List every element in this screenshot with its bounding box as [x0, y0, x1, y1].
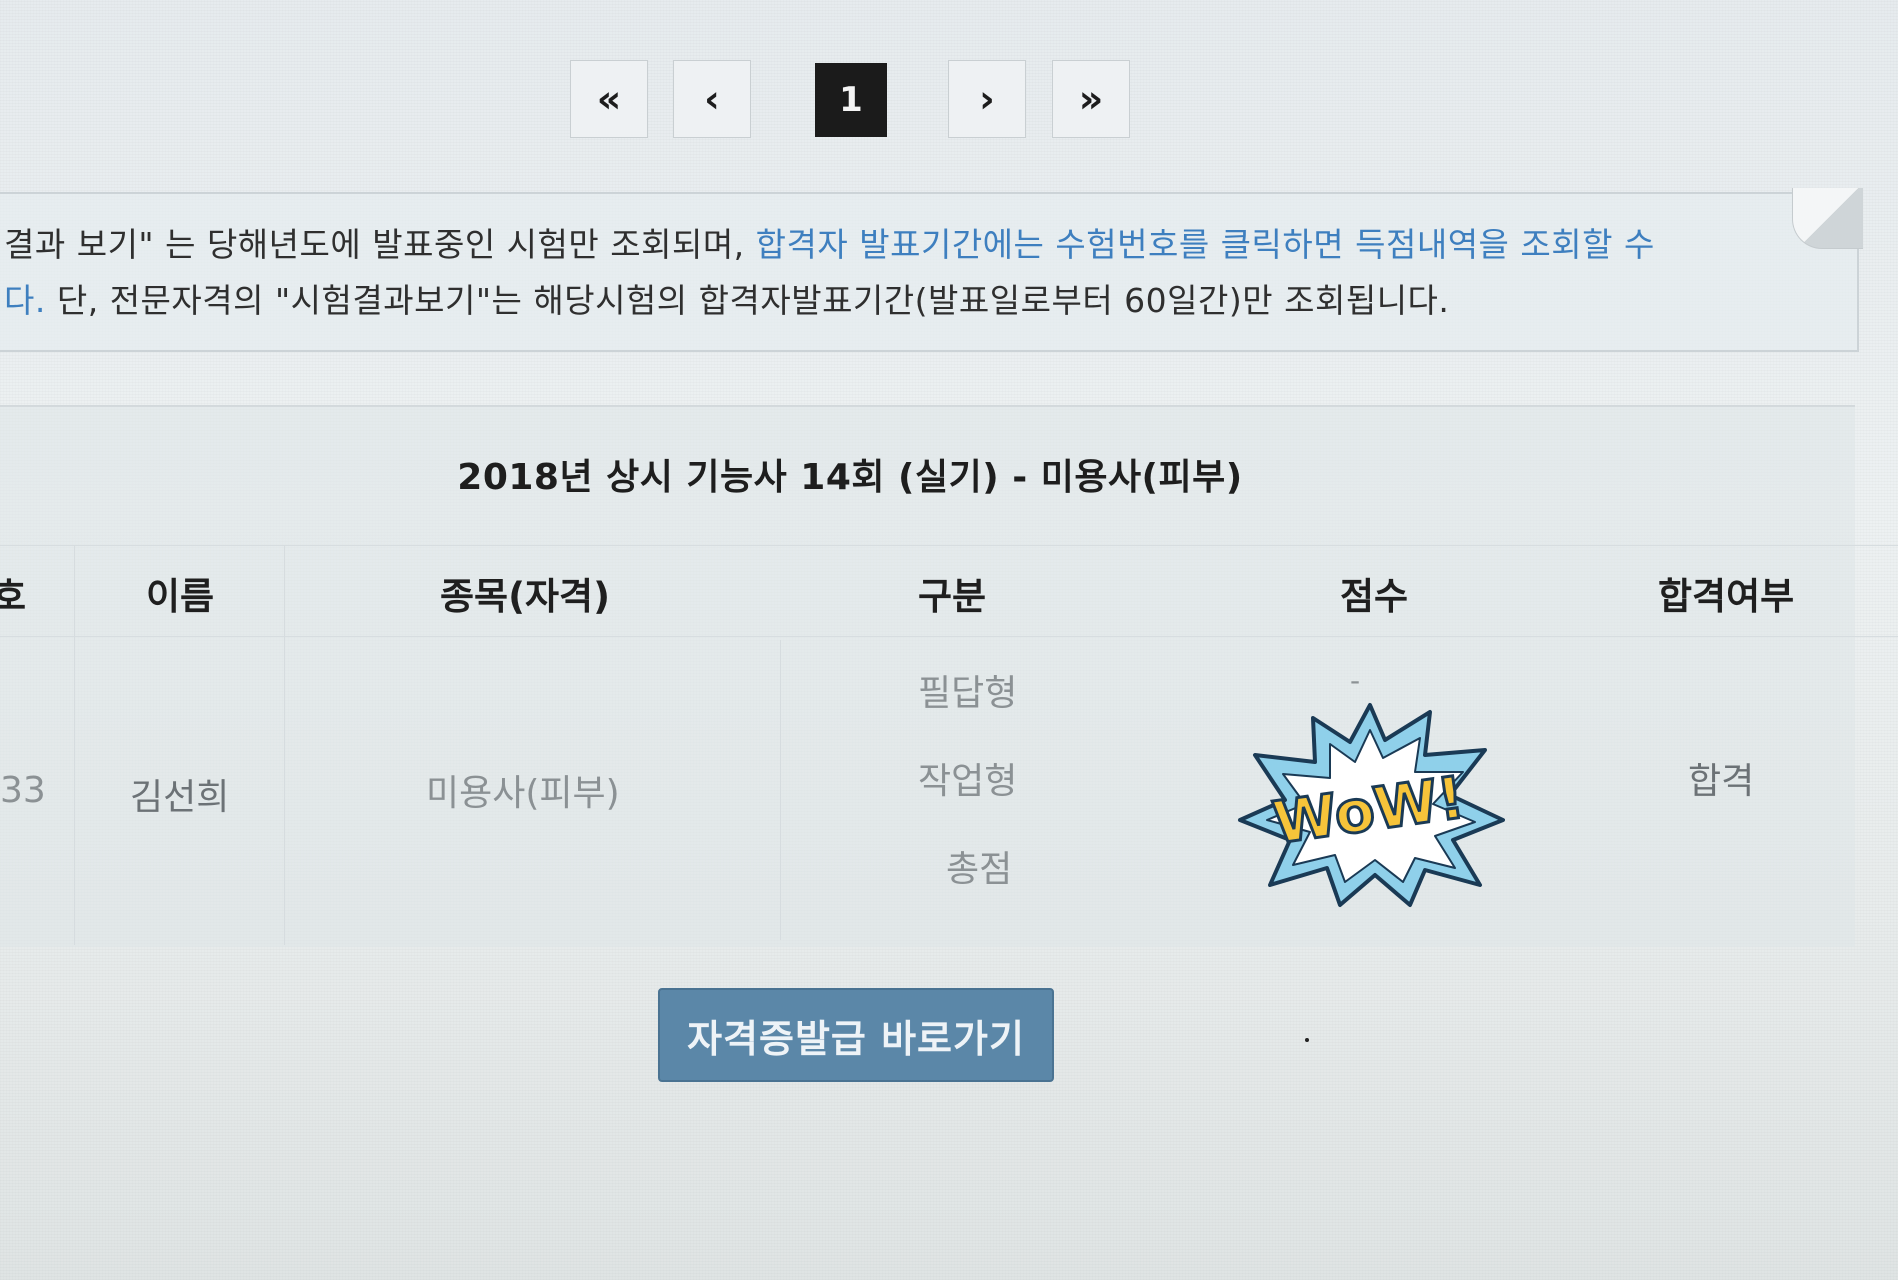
column-divider [74, 545, 75, 945]
column-divider [780, 640, 781, 940]
row-category-total: 총점 [946, 849, 1013, 890]
notice-text: 결과 보기" 는 당해년도에 발표중인 시험만 조회되며, [4, 225, 756, 264]
column-divider [284, 545, 285, 945]
header-pass: 합격여부 [1658, 575, 1795, 618]
row-score-written: - [1350, 664, 1361, 697]
page-curl-icon [1792, 188, 1863, 249]
last-page-button[interactable]: » [1052, 60, 1130, 138]
first-page-button[interactable]: « [570, 60, 648, 138]
certificate-issue-button[interactable]: 자격증발급 바로가기 [658, 988, 1054, 1082]
row-pass-status: 합격 [1688, 761, 1755, 802]
wow-sticker-icon: WoW! [1238, 703, 1505, 907]
row-name: 김선희 [130, 777, 230, 818]
notice-box: 결과 보기" 는 당해년도에 발표중인 시험만 조회되며, 합격자 발표기간에는… [0, 188, 1863, 352]
prev-page-button[interactable]: ‹ [673, 60, 751, 138]
header-name: 이름 [146, 575, 215, 618]
pagination: « ‹ 1 › » [570, 60, 1130, 140]
row-number[interactable]: 33 [0, 770, 46, 811]
next-page-button[interactable]: › [948, 60, 1026, 138]
header-score: 점수 [1340, 575, 1409, 618]
header-subject: 종목(자격) [440, 575, 610, 618]
notice-line-2: 다. 단, 전문자격의 "시험결과보기"는 해당시험의 합격자발표기간(발표일로… [4, 274, 1449, 322]
header-category: 구분 [918, 575, 987, 618]
result-title: 2018년 상시 기능사 14회 (실기) - 미용사(피부) [457, 457, 1243, 498]
current-page-button[interactable]: 1 [815, 63, 887, 137]
row-category-practical: 작업형 [918, 761, 1018, 802]
row-category-written: 필답형 [918, 673, 1018, 714]
notice-line-1: 결과 보기" 는 당해년도에 발표중인 시험만 조회되며, 합격자 발표기간에는… [4, 218, 1655, 266]
notice-link[interactable]: 합격자 발표기간에는 수험번호를 클릭하면 득점내역을 조회할 수 [756, 225, 1655, 264]
notice-text-2: 단, 전문자격의 "시험결과보기"는 해당시험의 합격자발표기간(발표일로부터 … [45, 281, 1450, 320]
header-number: 호 [0, 575, 27, 618]
notice-link-end[interactable]: 다. [4, 281, 46, 320]
screen-dust [1305, 1038, 1309, 1042]
row-subject: 미용사(피부) [426, 773, 620, 814]
